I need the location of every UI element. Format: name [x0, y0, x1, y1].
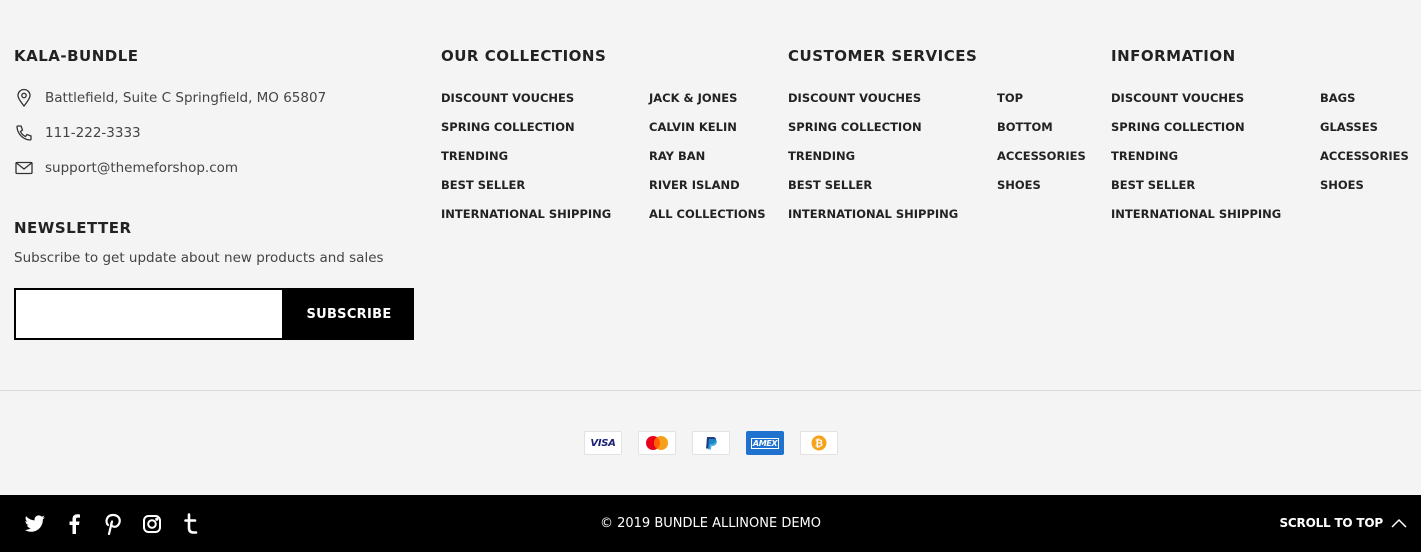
svg-text:₿: ₿: [815, 438, 823, 450]
link-international-shipping[interactable]: INTERNATIONAL SHIPPING: [1111, 207, 1281, 236]
our-collections-list-1: DISCOUNT VOUCHES SPRING COLLECTION TREND…: [441, 91, 611, 236]
customer-services-list-1: DISCOUNT VOUCHES SPRING COLLECTION TREND…: [788, 91, 958, 236]
location-pin-icon: [17, 88, 31, 108]
phone-row: 111-222-3333: [14, 122, 141, 144]
newsletter-email-input[interactable]: [14, 288, 284, 340]
link-top[interactable]: TOP: [997, 91, 1086, 120]
mail-icon: [15, 161, 33, 175]
link-spring-collection[interactable]: SPRING COLLECTION: [441, 120, 611, 149]
bottom-bar: © 2019 BUNDLE ALLINONE DEMO SCROLL TO TO…: [0, 495, 1421, 552]
bitcoin-icon: ₿: [800, 431, 838, 455]
visa-icon: VISA: [584, 431, 622, 455]
link-discount-vouches[interactable]: DISCOUNT VOUCHES: [441, 91, 611, 120]
link-bags[interactable]: BAGS: [1320, 91, 1409, 120]
link-discount-vouches[interactable]: DISCOUNT VOUCHES: [788, 91, 958, 120]
link-discount-vouches[interactable]: DISCOUNT VOUCHES: [1111, 91, 1281, 120]
payment-methods: VISA AMEX ₿: [584, 431, 838, 455]
phone-icon: [16, 125, 32, 141]
visa-label: VISA: [590, 437, 616, 449]
address-row: Battlefield, Suite C Springfield, MO 658…: [14, 87, 326, 109]
our-collections-heading: OUR COLLECTIONS: [441, 47, 607, 65]
link-bottom[interactable]: BOTTOM: [997, 120, 1086, 149]
email-text[interactable]: support@themeforshop.com: [45, 160, 238, 176]
link-accessories[interactable]: ACCESSORIES: [997, 149, 1086, 178]
phone-text[interactable]: 111-222-3333: [45, 125, 141, 141]
link-shoes[interactable]: SHOES: [1320, 178, 1409, 207]
link-best-seller[interactable]: BEST SELLER: [1111, 178, 1281, 207]
link-calvin-kelin[interactable]: CALVIN KELIN: [649, 120, 766, 149]
link-best-seller[interactable]: BEST SELLER: [788, 178, 958, 207]
link-shoes[interactable]: SHOES: [997, 178, 1086, 207]
information-list-1: DISCOUNT VOUCHES SPRING COLLECTION TREND…: [1111, 91, 1281, 236]
link-trending[interactable]: TRENDING: [788, 149, 958, 178]
address-text: Battlefield, Suite C Springfield, MO 658…: [45, 90, 327, 106]
link-international-shipping[interactable]: INTERNATIONAL SHIPPING: [441, 207, 611, 236]
customer-services-heading: CUSTOMER SERVICES: [788, 47, 978, 65]
mastercard-icon: [638, 431, 676, 455]
information-heading: INFORMATION: [1111, 47, 1236, 65]
footer-main: KALA-BUNDLE Battlefield, Suite C Springf…: [0, 0, 1421, 390]
link-ray-ban[interactable]: RAY BAN: [649, 149, 766, 178]
link-all-collections[interactable]: ALL COLLECTIONS: [649, 207, 766, 236]
link-spring-collection[interactable]: SPRING COLLECTION: [788, 120, 958, 149]
link-best-seller[interactable]: BEST SELLER: [441, 178, 611, 207]
newsletter-description: Subscribe to get update about new produc…: [14, 250, 384, 266]
footer-divider: [0, 390, 1421, 391]
amex-label: AMEX: [750, 437, 780, 449]
link-trending[interactable]: TRENDING: [1111, 149, 1281, 178]
chevron-up-icon: [1391, 518, 1407, 528]
newsletter-heading: NEWSLETTER: [14, 219, 132, 237]
mastercard-logo: [646, 436, 668, 450]
link-river-island[interactable]: RIVER ISLAND: [649, 178, 766, 207]
information-list-2: BAGS GLASSES ACCESSORIES SHOES: [1320, 91, 1409, 207]
link-international-shipping[interactable]: INTERNATIONAL SHIPPING: [788, 207, 958, 236]
our-collections-list-2: JACK & JONES CALVIN KELIN RAY BAN RIVER …: [649, 91, 766, 236]
link-jack-jones[interactable]: JACK & JONES: [649, 91, 766, 120]
link-trending[interactable]: TRENDING: [441, 149, 611, 178]
customer-services-list-2: TOP BOTTOM ACCESSORIES SHOES: [997, 91, 1086, 207]
brand-heading: KALA-BUNDLE: [14, 47, 139, 65]
email-row: support@themeforshop.com: [14, 157, 238, 179]
amex-icon: AMEX: [746, 431, 784, 455]
bitcoin-logo: ₿: [811, 435, 827, 451]
link-spring-collection[interactable]: SPRING COLLECTION: [1111, 120, 1281, 149]
subscribe-button[interactable]: SUBSCRIBE: [284, 288, 414, 340]
link-glasses[interactable]: GLASSES: [1320, 120, 1409, 149]
link-accessories[interactable]: ACCESSORIES: [1320, 149, 1409, 178]
paypal-icon: [692, 431, 730, 455]
paypal-logo: [706, 437, 717, 450]
newsletter-form: SUBSCRIBE: [14, 288, 414, 340]
copyright-text: © 2019 BUNDLE ALLINONE DEMO: [599, 516, 822, 531]
scroll-to-top-button[interactable]: SCROLL TO TOP: [1279, 516, 1407, 530]
scroll-to-top-label: SCROLL TO TOP: [1279, 516, 1383, 530]
